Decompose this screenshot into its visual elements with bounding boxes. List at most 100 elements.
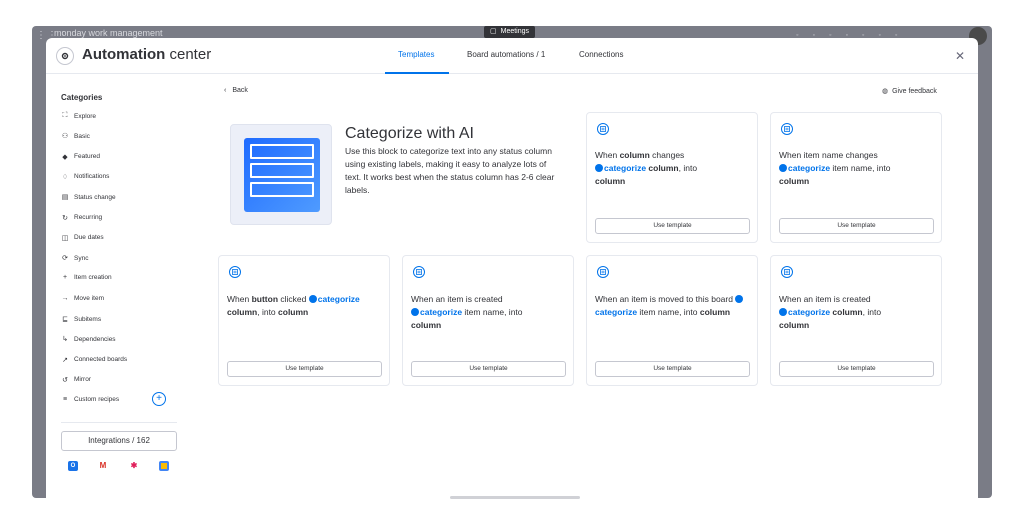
sidebar-item-featured[interactable]: ◆ Featured (61, 153, 100, 161)
use-template-button[interactable]: Use template (227, 361, 382, 377)
recipe-text: When an item is created (779, 294, 871, 304)
sidebar-item-label: Sync (74, 254, 89, 262)
template-list-icon (597, 266, 609, 278)
sidebar-item-label: Subitems (74, 315, 102, 323)
page-title: Automation center (82, 46, 212, 63)
sidebar-item-move-item[interactable]: → Move item (61, 295, 104, 302)
integrations-button[interactable]: Integrations / 162 (61, 431, 177, 451)
sidebar-item-label: Featured (74, 153, 101, 161)
recipe-field[interactable]: column (595, 176, 625, 186)
sidebar-item-explore[interactable]: ⛶ Explore (61, 112, 97, 120)
subitems-icon: ⊑ (62, 316, 68, 323)
plus-icon: + (62, 274, 68, 282)
sidebar-item-label: Item creation (74, 274, 112, 282)
recipe-field[interactable]: column (832, 307, 862, 317)
outlook-icon[interactable]: O (68, 461, 78, 471)
app-brand: monday work management (54, 28, 163, 38)
slack-icon[interactable]: ✱ (129, 461, 139, 471)
sidebar-item-label: Connected boards (74, 356, 128, 364)
sidebar-item-label: Recurring (74, 214, 103, 221)
use-template-button[interactable]: Use template (779, 218, 934, 234)
meeting-icon: ▢ (490, 28, 497, 35)
use-template-button[interactable]: Use template (595, 218, 750, 234)
template-card[interactable]: When an item is created categorize colum… (770, 255, 942, 386)
sidebar-item-label: Dependencies (74, 335, 116, 343)
recipe-text: , into (257, 307, 279, 317)
sidebar-item-subitems[interactable]: ⊑ Subitems (61, 315, 102, 324)
dependencies-icon: ↳ (62, 336, 68, 344)
tab-templates[interactable]: Templates (398, 50, 434, 59)
recipe-field[interactable]: column (648, 163, 678, 173)
sidebar-item-label: Status change (74, 193, 116, 201)
template-list-icon (781, 266, 793, 278)
recipe-field[interactable]: column (700, 307, 730, 317)
meetings-pill[interactable]: ▢ Meetings (484, 26, 536, 38)
recipe-sentence: When column changes categorize column, i… (595, 149, 755, 188)
recipe-sentence: When an item is moved to this board cate… (595, 293, 755, 319)
feedback-icon: ◍ (882, 88, 889, 95)
template-list-icon (413, 266, 425, 278)
template-card[interactable]: When button clicked categorize column, i… (218, 255, 390, 386)
template-card[interactable]: When an item is moved to this board cate… (586, 255, 758, 386)
sidebar-item-recurring[interactable]: ↻ Recurring (61, 214, 102, 222)
back-button[interactable]: ‹ Back (224, 87, 248, 94)
recipe-field[interactable]: column (411, 320, 441, 330)
recipe-text: When an item is created (411, 294, 503, 304)
ai-icon (308, 295, 317, 303)
recipe-text: item name, into (639, 307, 700, 317)
sidebar-item-status-change[interactable]: ▤ Status change (61, 193, 116, 202)
template-card[interactable]: When column changes categorize column, i… (586, 112, 758, 243)
custom-icon: ≡ (62, 396, 68, 404)
sidebar-item-item-creation[interactable]: + Item creation (61, 274, 112, 281)
recipe-action: categorize (604, 163, 649, 173)
use-template-button[interactable]: Use template (411, 361, 566, 377)
recipe-field[interactable]: column (227, 307, 257, 317)
tab-board-automations[interactable]: Board automations / 1 (467, 50, 545, 59)
template-card[interactable]: When an item is created categorize item … (402, 255, 574, 386)
featured-icon: ◆ (62, 153, 68, 161)
use-template-button[interactable]: Use template (595, 361, 750, 377)
template-list-icon (229, 266, 241, 278)
template-list-icon (781, 123, 793, 135)
recipe-text: When (595, 150, 620, 160)
sidebar-item-sync[interactable]: ⟳ Sync (61, 254, 89, 263)
recipe-text: , into (678, 163, 698, 173)
sidebar-item-mirror[interactable]: ↺ Mirror (61, 376, 91, 384)
scroll-indicator[interactable] (450, 496, 580, 499)
tab-connections[interactable]: Connections (579, 50, 623, 59)
give-feedback-button[interactable]: ◍ Give feedback (882, 87, 937, 96)
feedback-label: Give feedback (892, 87, 937, 95)
modal-header: Automation center Templates Board automa… (46, 38, 978, 74)
automation-center-modal: Automation center Templates Board automa… (46, 38, 978, 498)
recipe-field[interactable]: button (252, 294, 278, 304)
sidebar-item-dependencies[interactable]: ↳ Dependencies (61, 335, 116, 344)
sidebar-item-due-dates[interactable]: ◫ Due dates (61, 234, 104, 242)
recipe-text: item name, into (464, 307, 523, 317)
hero-illustration (230, 124, 332, 225)
google-calendar-icon[interactable] (159, 461, 169, 471)
recipe-field[interactable]: column (620, 150, 650, 160)
sidebar-item-custom-recipes[interactable]: ≡ Custom recipes (61, 396, 119, 403)
use-template-button[interactable]: Use template (779, 361, 934, 377)
recipe-field[interactable]: column (779, 176, 809, 186)
recipe-sentence: When an item is created categorize item … (411, 293, 571, 332)
gmail-icon[interactable]: M (98, 461, 108, 471)
recipe-text: item name, into (832, 163, 891, 173)
sidebar-item-basic[interactable]: ⚇ Basic (61, 132, 90, 141)
recipe-text: When an item is moved to this board (595, 294, 736, 304)
close-icon[interactable]: ✕ (955, 49, 965, 63)
hero-title: Categorize with AI (345, 125, 474, 142)
recipe-field[interactable]: column (779, 320, 809, 330)
recipe-field[interactable]: column (278, 307, 308, 317)
recipe-action: categorize (788, 163, 833, 173)
sidebar-item-notifications[interactable]: ♢ Notifications (61, 173, 110, 181)
ai-icon (779, 308, 787, 316)
document-icon (244, 138, 320, 212)
sidebar-item-connected-boards[interactable]: ↗ Connected boards (61, 356, 127, 364)
sidebar-item-label: Explore (74, 112, 97, 120)
ai-icon (595, 164, 603, 172)
recipe-action: categorize (317, 294, 360, 304)
add-recipe-icon[interactable]: + (152, 392, 166, 406)
recipe-action: categorize (595, 307, 640, 317)
template-card[interactable]: When item name changes categorize item n… (770, 112, 942, 243)
